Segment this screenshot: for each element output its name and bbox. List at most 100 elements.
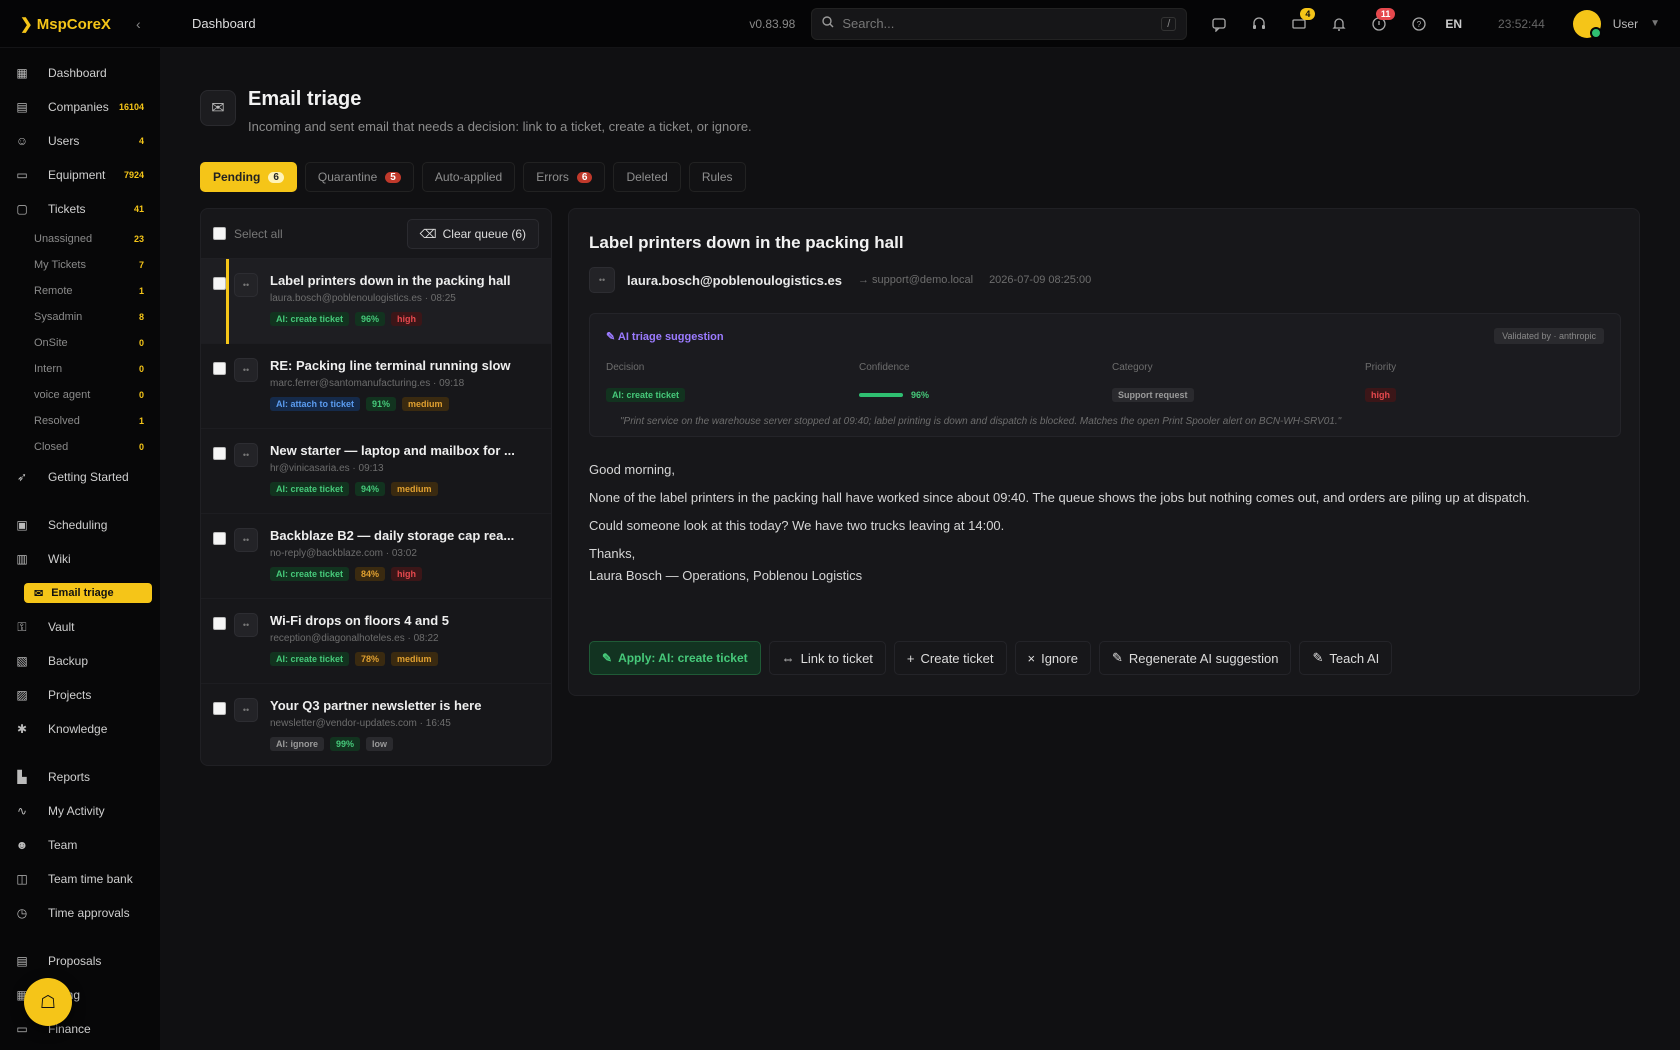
- email-sender-time: laura.bosch@poblenoulogistics.es · 08:25: [270, 293, 456, 304]
- clear-queue-button[interactable]: ⌫ Clear queue (6): [406, 218, 539, 249]
- ai-decision-chip: AI: create ticket: [606, 388, 686, 402]
- priority-chip: high: [391, 312, 423, 326]
- grid-icon: ▦: [16, 66, 28, 80]
- user-name[interactable]: User: [1613, 17, 1638, 31]
- sidebar-item-knowledge[interactable]: ✱ Knowledge: [0, 712, 160, 746]
- sidebar-item-dashboard[interactable]: ▦ Dashboard: [0, 56, 160, 90]
- select-all-checkbox[interactable]: [213, 227, 226, 240]
- users-icon: ☺: [15, 134, 29, 148]
- app-logo[interactable]: ❯ MspCoreX: [0, 15, 120, 33]
- sidebar-item-vault[interactable]: ⚿ Vault: [0, 610, 160, 644]
- sidebar: ▦ Dashboard ▤ Companies 16104 ☺ Users 4 ▭ Equi…: [0, 48, 160, 1050]
- help-icon[interactable]: ?: [1399, 8, 1439, 40]
- list-item[interactable]: •• Label printers down in the packing hal…: [201, 259, 551, 344]
- clock: 23:52:44: [1498, 16, 1545, 31]
- sidebar-item-reports[interactable]: ▙ Reports: [0, 760, 160, 794]
- list-item[interactable]: •• Backblaze B2 — daily storage cap rea..…: [201, 514, 551, 599]
- sparkle-icon: ✎: [1312, 650, 1324, 665]
- sidebar-sub-my-tickets[interactable]: My Tickets 7: [0, 252, 160, 278]
- sidebar-item-backup[interactable]: ▧ Backup: [0, 644, 160, 678]
- chevron-down-icon[interactable]: ▼: [1650, 18, 1660, 29]
- action-bar: ✎ Apply: AI: create ticket ⇔ Link to ticke…: [589, 641, 1400, 675]
- language-switch[interactable]: EN: [1445, 17, 1462, 31]
- sidebar-sub-voice-agent[interactable]: voice agent 0: [0, 382, 160, 408]
- apply-suggestion-button[interactable]: ✎ Apply: AI: create ticket: [589, 641, 761, 675]
- tab-auto-applied[interactable]: Auto-applied: [421, 162, 516, 192]
- tickets-icon[interactable]: 4: [1279, 7, 1319, 40]
- ai-confidence-value: 96%: [911, 390, 930, 400]
- sidebar-item-team-time-bank[interactable]: ◫ Team time bank: [0, 862, 160, 896]
- avatar[interactable]: [1572, 9, 1602, 39]
- sidebar-item-my-activity[interactable]: ∿ My Activity: [0, 794, 160, 828]
- ai-category-chip: Support request: [1112, 388, 1194, 402]
- sidebar-item-scheduling[interactable]: ▣ Scheduling: [0, 508, 160, 542]
- sidebar-item-equipment[interactable]: ▭ Equipment 7924: [0, 158, 160, 192]
- sidebar-sub-unassigned[interactable]: Unassigned 23: [0, 226, 160, 252]
- collapse-sidebar-icon[interactable]: ‹: [136, 16, 160, 32]
- list-header: Select all ⌫ Clear queue (6): [201, 209, 551, 259]
- breadcrumb[interactable]: Dashboard: [192, 16, 256, 31]
- chat-icon[interactable]: [1199, 8, 1239, 40]
- row-checkbox[interactable]: [213, 362, 226, 375]
- bell-icon[interactable]: [1319, 8, 1359, 40]
- plus-icon: +: [906, 650, 915, 666]
- confidence-chip: 99%: [330, 737, 361, 751]
- sidebar-sub-onsite[interactable]: OnSite 0: [0, 330, 160, 356]
- priority-chip: medium: [391, 652, 438, 666]
- email-subject: Your Q3 partner newsletter is here: [270, 698, 482, 713]
- sidebar-sub-remote[interactable]: Remote 1: [0, 278, 160, 304]
- row-checkbox[interactable]: [213, 447, 226, 460]
- sidebar-item-companies[interactable]: ▤ Companies 16104: [0, 90, 160, 124]
- ticket-icon: ▢: [16, 202, 28, 216]
- key-icon: ⚿: [17, 619, 27, 634]
- select-all-label: Select all: [234, 226, 283, 241]
- row-checkbox[interactable]: [213, 532, 226, 545]
- sidebar-item-projects[interactable]: ▨ Projects: [0, 678, 160, 712]
- list-item[interactable]: •• Your Q3 partner newsletter is here news…: [201, 684, 551, 765]
- ai-suggestion-title: ✎ AI triage suggestion: [606, 331, 724, 343]
- email-from[interactable]: laura.bosch@poblenoulogistics.es: [627, 273, 842, 288]
- list-item[interactable]: •• Wi-Fi drops on floors 4 and 5 reception…: [201, 599, 551, 684]
- sidebar-sub-sysadmin[interactable]: Sysadmin 8: [0, 304, 160, 330]
- sidebar-item-time-approvals[interactable]: ◷ Time approvals: [0, 896, 160, 930]
- list-item[interactable]: •• RE: Packing line terminal running slow…: [201, 344, 551, 429]
- row-checkbox[interactable]: [213, 617, 226, 630]
- alerts-icon[interactable]: 11: [1359, 7, 1399, 40]
- priority-chip: high: [391, 567, 423, 581]
- sidebar-sub-intern[interactable]: Intern 0: [0, 356, 160, 382]
- sidebar-sub-resolved[interactable]: Resolved 1: [0, 408, 160, 434]
- tab-errors[interactable]: Errors 6: [523, 162, 606, 192]
- tab-quarantine[interactable]: Quarantine 5: [304, 162, 414, 192]
- email-body-line: None of the label printers in the packin…: [589, 490, 1530, 505]
- search-input[interactable]: Search... /: [811, 7, 1188, 40]
- sidebar-sub-closed[interactable]: Closed 0: [0, 434, 160, 460]
- sidebar-item-users[interactable]: ☺ Users 4: [0, 124, 160, 158]
- email-body-line: Good morning,: [589, 462, 675, 477]
- link-to-ticket-button[interactable]: ⇔ Link to ticket: [768, 641, 886, 675]
- email-subject: Label printers down in the packing hall: [270, 273, 511, 288]
- regenerate-suggestion-button[interactable]: ✎ Regenerate AI suggestion: [1098, 641, 1292, 675]
- list-item[interactable]: •• New starter — laptop and mailbox for .…: [201, 429, 551, 514]
- sidebar-item-finance[interactable]: ▭ Finance: [0, 1012, 160, 1046]
- sidebar-item-proposals[interactable]: ▤ Proposals: [0, 944, 160, 978]
- create-ticket-button[interactable]: + Create ticket: [893, 641, 1007, 675]
- email-subject: Label printers down in the packing hall: [589, 233, 904, 252]
- tab-rules[interactable]: Rules: [688, 162, 746, 192]
- tab-pending[interactable]: Pending 6: [200, 162, 297, 192]
- teach-ai-button[interactable]: ✎ Teach AI: [1299, 641, 1393, 675]
- sidebar-item-email-triage[interactable]: ✉ Email triage: [0, 576, 160, 610]
- sparkle-icon: ✎: [606, 331, 618, 343]
- ignore-button[interactable]: × Ignore: [1014, 641, 1091, 675]
- tab-deleted[interactable]: Deleted: [613, 162, 681, 192]
- sidebar-item-wiki[interactable]: ▥ Wiki: [0, 542, 160, 576]
- sidebar-item-team[interactable]: ☻ Team: [0, 828, 160, 862]
- close-icon: ×: [1027, 650, 1036, 666]
- search-shortcut: /: [1161, 16, 1177, 31]
- row-checkbox[interactable]: [213, 702, 226, 715]
- row-checkbox[interactable]: [213, 277, 226, 290]
- headset-icon[interactable]: [1239, 8, 1279, 40]
- support-fab-button[interactable]: ☖: [24, 978, 72, 1026]
- database-icon: ▧: [16, 654, 28, 668]
- sidebar-item-tickets[interactable]: ▢ Tickets 41: [0, 192, 160, 226]
- sidebar-item-getting-started[interactable]: ➶ Getting Started: [0, 460, 160, 494]
